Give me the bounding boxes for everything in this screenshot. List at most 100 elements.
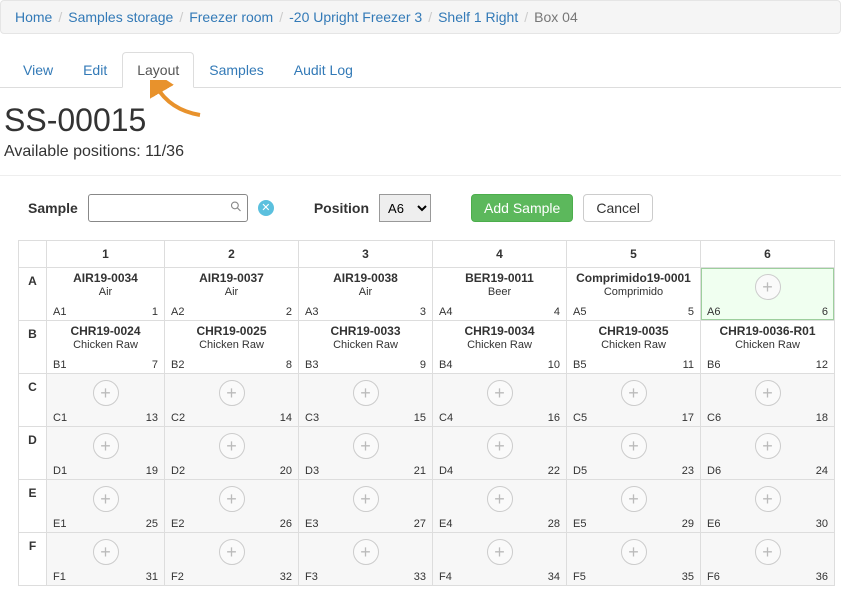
cell-index-label: 25 <box>146 518 158 530</box>
breadcrumb-item[interactable]: Shelf 1 Right <box>438 9 518 25</box>
add-sample-button[interactable]: Add Sample <box>471 194 573 222</box>
grid-cell[interactable]: CHR19-0036-R01Chicken RawB612 <box>701 321 835 374</box>
grid-cell[interactable]: +C315 <box>299 374 433 427</box>
cell-index-label: 23 <box>682 465 694 477</box>
grid-cell[interactable]: BER19-0011BeerA44 <box>433 268 567 321</box>
row-header: A <box>19 268 47 321</box>
grid-cell[interactable]: CHR19-0035Chicken RawB511 <box>567 321 701 374</box>
grid-cell[interactable]: +C416 <box>433 374 567 427</box>
add-icon[interactable]: + <box>219 433 245 459</box>
grid-cell[interactable]: AIR19-0038AirA33 <box>299 268 433 321</box>
grid-cell[interactable]: CHR19-0025Chicken RawB28 <box>165 321 299 374</box>
cell-index-label: 11 <box>683 359 694 371</box>
add-icon[interactable]: + <box>219 539 245 565</box>
add-icon[interactable]: + <box>93 486 119 512</box>
grid-cell[interactable]: +C517 <box>567 374 701 427</box>
grid-cell[interactable]: +E226 <box>165 480 299 533</box>
grid-cell[interactable]: +F434 <box>433 533 567 586</box>
add-icon[interactable]: + <box>353 539 379 565</box>
add-icon[interactable]: + <box>621 539 647 565</box>
tab-edit[interactable]: Edit <box>68 52 122 88</box>
add-icon[interactable]: + <box>755 539 781 565</box>
grid-cell[interactable]: +E428 <box>433 480 567 533</box>
grid-cell[interactable]: CHR19-0034Chicken RawB410 <box>433 321 567 374</box>
grid-cell[interactable]: +F232 <box>165 533 299 586</box>
grid-cell[interactable]: +E125 <box>47 480 165 533</box>
grid-cell[interactable]: +F333 <box>299 533 433 586</box>
row-header: B <box>19 321 47 374</box>
add-icon[interactable]: + <box>487 433 513 459</box>
sample-name: CHR19-0025 <box>171 325 292 338</box>
cell-index-label: 9 <box>420 359 426 371</box>
add-icon[interactable]: + <box>353 380 379 406</box>
tab-samples[interactable]: Samples <box>194 52 278 88</box>
add-icon[interactable]: + <box>93 539 119 565</box>
grid-cell[interactable]: +D321 <box>299 427 433 480</box>
grid-cell[interactable]: +E630 <box>701 480 835 533</box>
add-icon[interactable]: + <box>621 486 647 512</box>
grid-cell[interactable]: +F131 <box>47 533 165 586</box>
grid-cell[interactable]: +D119 <box>47 427 165 480</box>
add-icon[interactable]: + <box>353 486 379 512</box>
add-icon[interactable]: + <box>93 380 119 406</box>
cell-pos-label: C2 <box>171 412 185 424</box>
cell-index-label: 30 <box>816 518 828 530</box>
add-icon[interactable]: + <box>621 433 647 459</box>
tab-layout[interactable]: Layout <box>122 52 194 88</box>
column-header: 4 <box>433 241 567 268</box>
clear-sample-button[interactable]: ✕ <box>258 200 274 216</box>
add-icon[interactable]: + <box>487 539 513 565</box>
cell-pos-label: F3 <box>305 571 318 583</box>
grid-cell[interactable]: +C214 <box>165 374 299 427</box>
grid-cell[interactable]: +D523 <box>567 427 701 480</box>
cell-index-label: 34 <box>548 571 560 583</box>
breadcrumb-item[interactable]: Freezer room <box>189 9 273 25</box>
cell-pos-label: F1 <box>53 571 66 583</box>
grid-cell[interactable]: AIR19-0034AirA11 <box>47 268 165 321</box>
add-icon[interactable]: + <box>755 433 781 459</box>
grid-cell[interactable]: Comprimido19-0001ComprimidoA55 <box>567 268 701 321</box>
sample-name: CHR19-0024 <box>53 325 158 338</box>
grid-cell[interactable]: +C113 <box>47 374 165 427</box>
add-icon[interactable]: + <box>755 274 781 300</box>
grid-cell[interactable]: +E327 <box>299 480 433 533</box>
breadcrumb-item[interactable]: -20 Upright Freezer 3 <box>289 9 422 25</box>
breadcrumb-sep: / <box>58 9 62 25</box>
grid-cell[interactable]: +D220 <box>165 427 299 480</box>
tab-view[interactable]: View <box>8 52 68 88</box>
grid-cell[interactable]: CHR19-0024Chicken RawB17 <box>47 321 165 374</box>
breadcrumb-item[interactable]: Samples storage <box>68 9 173 25</box>
sample-input[interactable] <box>88 194 248 222</box>
cell-pos-label: A5 <box>573 306 586 318</box>
cell-pos-label: B1 <box>53 359 66 371</box>
add-icon[interactable]: + <box>755 486 781 512</box>
add-icon[interactable]: + <box>353 433 379 459</box>
cell-pos-label: B4 <box>439 359 452 371</box>
sample-name: Comprimido19-0001 <box>573 272 694 285</box>
grid-cell[interactable]: +D624 <box>701 427 835 480</box>
grid-cell[interactable]: CHR19-0033Chicken RawB39 <box>299 321 433 374</box>
add-icon[interactable]: + <box>755 380 781 406</box>
breadcrumb-item[interactable]: Home <box>15 9 52 25</box>
add-icon[interactable]: + <box>487 486 513 512</box>
cell-pos-label: D1 <box>53 465 67 477</box>
cell-index-label: 27 <box>414 518 426 530</box>
cell-index-label: 24 <box>816 465 828 477</box>
grid-cell[interactable]: +D422 <box>433 427 567 480</box>
grid-cell[interactable]: +F535 <box>567 533 701 586</box>
grid-cell[interactable]: AIR19-0037AirA22 <box>165 268 299 321</box>
tab-audit-log[interactable]: Audit Log <box>279 52 368 88</box>
sample-name: CHR19-0034 <box>439 325 560 338</box>
grid-cell[interactable]: +F636 <box>701 533 835 586</box>
add-icon[interactable]: + <box>621 380 647 406</box>
sample-type: Chicken Raw <box>53 339 158 351</box>
grid-cell[interactable]: +C618 <box>701 374 835 427</box>
add-icon[interactable]: + <box>487 380 513 406</box>
grid-cell[interactable]: +E529 <box>567 480 701 533</box>
add-icon[interactable]: + <box>219 486 245 512</box>
position-select[interactable]: A6 <box>379 194 431 222</box>
cancel-button[interactable]: Cancel <box>583 194 653 222</box>
add-icon[interactable]: + <box>219 380 245 406</box>
add-icon[interactable]: + <box>93 433 119 459</box>
grid-cell[interactable]: +A66 <box>701 268 835 321</box>
